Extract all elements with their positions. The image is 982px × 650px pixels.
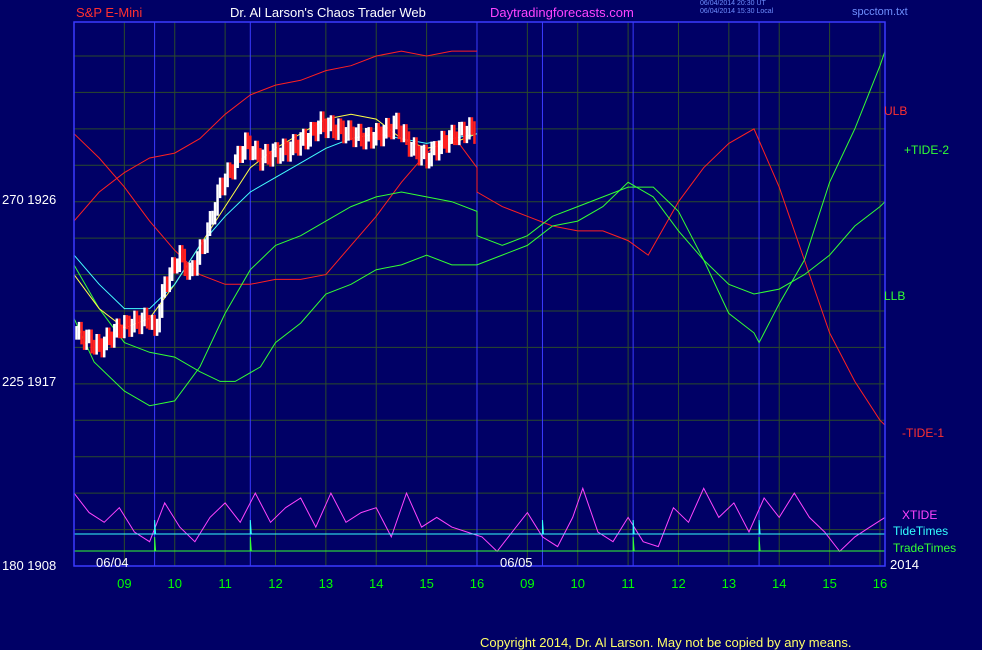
data-file-name: spcctom.txt: [852, 6, 908, 18]
timestamp-local: 06/04/2014 15:30 Local: [700, 8, 774, 15]
x-tick-label: 16: [872, 576, 888, 591]
x-tick-label: 09: [520, 576, 535, 591]
x-tick-label: 14: [771, 576, 787, 591]
x-tick-label: 14: [369, 576, 384, 591]
x-tick-label: 13: [721, 576, 737, 591]
plot-frame: [73, 21, 886, 567]
chart-symbol-title: S&P E-Mini: [76, 5, 143, 20]
chart: [73, 21, 886, 567]
llb-label: LLB: [884, 289, 906, 303]
copyright-text: Copyright 2014, Dr. Al Larson. May not b…: [480, 635, 852, 650]
x-tick-label: 09: [117, 576, 132, 591]
ulb-label: ULB: [884, 104, 908, 118]
tide2-label: +TIDE-2: [904, 143, 950, 157]
y-tick-270: 270 1926: [2, 192, 57, 207]
tide-trade-timelines: [74, 519, 885, 552]
x-tick-label: 12: [671, 576, 686, 591]
x-tick-label: 11: [621, 576, 635, 591]
x-tick-label: 15: [822, 576, 837, 591]
series-lines: [73, 50, 886, 553]
tidetimes-label: TideTimes: [893, 524, 949, 538]
x-tick-label: 13: [318, 576, 334, 591]
date-label-2: 06/05: [500, 555, 533, 570]
x-tick-label: 15: [419, 576, 434, 591]
xtide-label: XTIDE: [902, 508, 938, 522]
timestamp-ut: 06/04/2014 20:30 UT: [700, 0, 766, 7]
y-tick-180: 180 1908: [2, 558, 57, 573]
series-ulb: [73, 128, 886, 426]
year-label: 2014: [890, 557, 919, 572]
tradetimes-line: [74, 536, 885, 552]
x-tick-label: 12: [268, 576, 283, 591]
y-tick-225: 225 1917: [2, 374, 57, 389]
series-llb: [73, 181, 886, 382]
date-label-1: 06/04: [96, 555, 129, 570]
site-link[interactable]: Daytradingforecasts.com: [490, 5, 634, 20]
x-tick-label: 10: [570, 576, 585, 591]
tide1-label: -TIDE-1: [902, 426, 944, 440]
series-tide2: [73, 50, 886, 407]
x-tick-label: 10: [167, 576, 182, 591]
tidetimes-line: [74, 519, 885, 535]
tradetimes-label: TradeTimes: [893, 541, 957, 555]
chart-author-title: Dr. Al Larson's Chaos Trader Web: [230, 5, 426, 20]
grid: [74, 22, 885, 567]
series-xtide: [73, 486, 886, 553]
session-break-lines: [154, 22, 760, 566]
x-tick-label: 16: [469, 576, 485, 591]
x-tick-label: 11: [218, 576, 232, 591]
